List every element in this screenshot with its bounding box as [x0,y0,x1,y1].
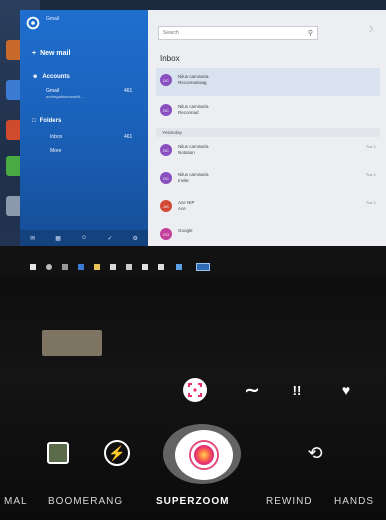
mode-rewind[interactable]: REWIND [266,496,313,507]
gallery-thumbnail[interactable] [47,442,69,464]
search-icon[interactable] [46,264,52,270]
mode-superzoom[interactable]: SUPERZOOM [156,496,229,507]
mode-hands[interactable]: HANDS [334,496,374,507]
folder-inbox-count: 461 [124,134,133,140]
accounts-header[interactable]: ☻ Accounts [32,74,70,80]
account-count: 461 [124,88,133,94]
message-row[interactable]: AS Ace NIP Ace Tue 1 [156,194,380,222]
mail-sidebar: Gmail + New mail ☻ Accounts Gmail andreg… [20,10,148,246]
settings-gear-icon[interactable] [24,14,42,32]
folder-icon: □ [32,118,36,124]
search-placeholder: Search [163,30,179,36]
effects-bar: ∼ !! ♥ [0,378,386,402]
mode-selector: MAL BOOMERANG SUPERZOOM REWIND HANDS [0,492,386,512]
folders-label: Folders [39,118,62,124]
camera-controls: ⚡ ⟲ [0,424,386,484]
mode-normal[interactable]: MAL [4,496,28,507]
folders-header[interactable]: □ Folders [32,118,61,124]
windows-start-icon[interactable] [30,264,36,270]
folder-more[interactable]: More [50,148,61,154]
laptop-screen: Gmail + New mail ☻ Accounts Gmail andreg… [0,0,386,282]
instagram-gradient-icon [191,442,217,468]
message-subject: Reconnaissag [178,80,207,85]
shutter-button[interactable] [175,430,233,480]
settings-icon[interactable]: ⚙ [133,235,138,242]
date-separator: Yesterday [156,128,380,137]
message-row[interactable]: DC Nilus camisaria Reconnaissag [156,68,380,96]
plus-icon: + [32,50,37,57]
message-date: Tue 1 [365,200,376,205]
exclamation-icon[interactable]: !! [285,378,309,402]
message-row[interactable]: DC Nilus camisaria Notation Tue 1 [156,138,380,166]
avatar: DC [160,144,172,156]
message-row[interactable]: DC Nilus camisaria Invite Tue 1 [156,166,380,194]
mail-bottom-bar: ✉ ▦ ☺ ✓ ⚙ [20,230,148,246]
avatar: AS [160,200,172,212]
wave-icon[interactable]: ∼ [240,378,264,402]
new-mail-label: New mail [40,50,71,57]
people-icon[interactable]: ☺ [81,235,87,241]
file-explorer-icon[interactable] [94,264,100,270]
message-subject: Invite [178,178,189,183]
mode-boomerang[interactable]: BOOMERANG [48,496,123,507]
task-view-icon[interactable] [62,264,68,270]
calendar-icon[interactable]: ▦ [55,235,61,242]
message-subject: Ace [178,206,186,211]
windows-taskbar [0,246,386,276]
avatar: DC [160,172,172,184]
mail-app-icon[interactable] [176,264,182,270]
flash-icon[interactable]: ⚡ [104,440,130,466]
heart-icon[interactable]: ♥ [334,378,358,402]
search-input[interactable]: Search ⚲ [158,26,318,40]
message-list-pane: Search ⚲ › Inbox DC Nilus camisaria Reco… [148,10,386,246]
todo-icon[interactable]: ✓ [107,235,112,242]
folder-inbox[interactable]: Inbox [50,134,62,140]
message-row[interactable]: DC Nilus camisaria Reconnad [156,98,380,126]
avatar: DC [160,74,172,86]
active-app-icon[interactable] [196,263,210,271]
person-icon: ☻ [32,74,39,80]
mail-icon[interactable]: ✉ [30,235,35,242]
app-icon[interactable] [158,264,164,270]
list-title: Inbox [160,54,180,63]
message-subject: Reconnad [178,110,199,115]
camera-viewfinder: Gmail + New mail ☻ Accounts Gmail andreg… [0,0,386,520]
current-account-label: Gmail [46,16,60,22]
avatar: DC [160,104,172,116]
new-mail-button[interactable]: + New mail [32,50,70,57]
message-date: Tue 1 [365,172,376,177]
edge-icon[interactable] [78,264,84,270]
accounts-label: Accounts [42,74,70,80]
account-email: andregattunioamilit... [46,94,84,99]
message-subject: Notation [178,150,195,155]
flip-camera-icon[interactable]: ⟲ [302,440,328,466]
search-icon[interactable]: ⚲ [308,29,313,37]
app-icon[interactable] [142,264,148,270]
laptop-sticker [42,330,102,356]
app-icon[interactable] [126,264,132,270]
message-date: Tue 1 [365,144,376,149]
store-icon[interactable] [110,264,116,270]
superzoom-target-icon[interactable] [183,378,207,402]
chevron-right-icon[interactable]: › [369,20,374,38]
message-sender: Google [178,228,193,233]
avatar: GO [160,228,172,240]
